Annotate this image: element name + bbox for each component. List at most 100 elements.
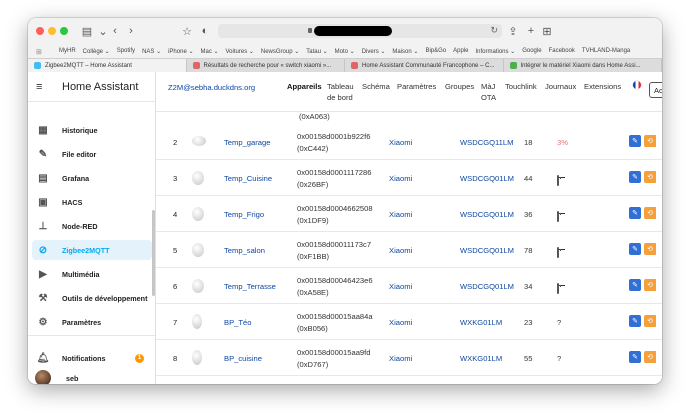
bookmark[interactable]: iPhone ⌄ [168,48,193,55]
vendor-link[interactable]: Xiaomi [389,318,412,327]
row-number: 4 [173,210,178,219]
device-name-link[interactable]: Temp_garage [224,138,270,147]
zoom-window-button[interactable] [60,27,68,35]
reconfigure-button[interactable]: ⟲ [644,243,656,255]
forward-icon[interactable]: › [124,24,138,38]
sidebar-item-user[interactable]: seb [32,370,152,384]
address-bar[interactable]: ↻ [218,24,502,38]
vendor-link[interactable]: Xiaomi [389,354,412,363]
tab-community[interactable]: Home Assistant Communauté Francophone – … [345,59,504,72]
bookmark[interactable]: Apple [453,48,468,54]
device-name-link[interactable]: Temp_salon [224,246,265,255]
bookmark[interactable]: Bip&Go [425,48,446,54]
bookmark[interactable]: Informations ⌄ [475,48,515,55]
device-name-link[interactable]: Temp_Frigo [224,210,264,219]
bookmark[interactable]: Google [522,48,541,54]
device-name-link[interactable]: BP_Téo [224,318,251,327]
bookmark[interactable]: MyHR [59,48,76,54]
device-name-link[interactable]: Temp_Terrasse [224,282,276,291]
tab-groupes[interactable]: Groupes [445,81,474,92]
sidebar-item-node-red[interactable]: ⊥ Node-RED [32,216,152,236]
tab-tableau-de-bord[interactable]: Tableau de bord [327,81,361,103]
star-icon[interactable]: ☆ [180,24,194,38]
bookmark[interactable]: Divers ⌄ [362,48,386,55]
vendor-link[interactable]: Xiaomi [389,210,412,219]
tab-maj-ota[interactable]: MàJ OTA [481,81,501,103]
reconfigure-button[interactable]: ⟲ [644,351,656,363]
model-link[interactable]: WSDCGQ01LM [460,174,514,183]
model-link[interactable]: WSDCGQ01LM [460,210,514,219]
tab-zigbee2mqtt[interactable]: Zigbee2MQTT – Home Assistant [28,59,187,72]
sidebar-item-parametres[interactable]: ⚙ Paramètres [32,312,152,332]
app-title: Home Assistant [62,80,139,93]
tab-touchlink[interactable]: Touchlink [505,81,537,92]
sidebar-item-multimedia[interactable]: ▶ Multimédia [32,264,152,284]
tab-schema[interactable]: Schéma [362,81,390,92]
edit-device-button[interactable]: ✎ [629,171,641,183]
bookmark[interactable]: Facebook [549,48,575,54]
bookmark[interactable]: Voitures ⌄ [226,48,254,55]
tab-journaux[interactable]: Journaux [545,81,576,92]
edit-device-button[interactable]: ✎ [629,207,641,219]
edit-device-button[interactable]: ✎ [629,351,641,363]
tab-overview-icon[interactable]: ⊞ [540,24,554,38]
edit-device-button[interactable]: ✎ [629,135,641,147]
reconfigure-button[interactable]: ⟲ [644,135,656,147]
edit-device-button[interactable]: ✎ [629,243,641,255]
device-name-link[interactable]: BP_cuisine [224,354,262,363]
model-link[interactable]: WSDCGQ01LM [460,246,514,255]
bookmark[interactable]: NewsGroup ⌄ [261,48,299,55]
reconfigure-button[interactable]: ⟲ [644,207,656,219]
bookmark[interactable]: Tatau ⌄ [306,48,327,55]
reconfigure-button[interactable]: ⟲ [644,279,656,291]
bookmark[interactable]: Collège ⌄ [83,48,110,55]
grid-icon[interactable]: ⊞ [36,48,43,56]
host-link[interactable]: Z2M@sebha.duckdns.org [168,83,255,92]
bookmark[interactable]: NAS ⌄ [142,48,161,55]
tab-search-results[interactable]: Résultats de recherche pour « switch xia… [187,59,345,72]
reconfigure-button[interactable]: ⟲ [644,171,656,183]
share-icon[interactable]: ⇪ [506,24,520,38]
table-row: 8 BP_cuisine 0x00158d00015aa9fd (0xD767) … [156,340,662,376]
model-link[interactable]: WSDCGQ11LM [460,138,513,147]
sidebar-item-file-editor[interactable]: ✎ File editor [32,144,152,164]
bookmark[interactable]: Mac ⌄ [200,48,218,55]
edit-device-button[interactable]: ✎ [629,279,641,291]
new-tab-icon[interactable]: + [524,24,538,38]
sidebar-item-hacs[interactable]: ▣ HACS [32,192,152,212]
vendor-link[interactable]: Xiaomi [389,246,412,255]
sidebar-item-dev-tools[interactable]: ⚒ Outils de développement [32,288,152,308]
sidebar-toggle-icon[interactable]: ▤ [80,24,94,38]
bookmark[interactable]: TVHLAND-Manga [582,48,630,54]
sidebar-item-historique[interactable]: ▦ Historique [32,120,152,140]
tab-xiaomi[interactable]: Intégrer le matériel Xiaomi dans Home As… [504,59,662,72]
reconfigure-button[interactable]: ⟲ [644,315,656,327]
back-icon[interactable]: ‹ [108,24,122,38]
vendor-link[interactable]: Xiaomi [389,174,412,183]
menu-collapse-icon[interactable]: ≡ [36,81,52,93]
history-icon: ▦ [38,124,48,136]
bookmark[interactable]: Spotify [117,48,135,54]
tab-appareils[interactable]: Appareils [287,81,322,92]
device-name-link[interactable]: Temp_Cuisine [224,174,272,183]
vendor-link[interactable]: Xiaomi [389,282,412,291]
bookmark[interactable]: Maison ⌄ [392,48,418,55]
close-window-button[interactable] [36,27,44,35]
tab-extensions[interactable]: Extensions [584,81,621,92]
edit-device-button[interactable]: ✎ [629,315,641,327]
model-link[interactable]: WXKG01LM [460,354,502,363]
tab-parametres[interactable]: Paramètres [397,81,436,92]
enable-button[interactable]: Activer l'ap [649,82,662,98]
minimize-window-button[interactable] [48,27,56,35]
model-link[interactable]: WSDCGQ01LM [460,282,514,291]
privacy-shield-icon[interactable]: ◐ [198,24,212,38]
sidebar-item-grafana[interactable]: ▤ Grafana [32,168,152,188]
model-link[interactable]: WXKG01LM [460,318,502,327]
sidebar-item-zigbee2mqtt[interactable]: ⊘ Zigbee2MQTT [32,240,152,260]
sidebar-item-notifications[interactable]: 🔔︎ Notifications 1 [32,348,152,368]
bookmark[interactable]: Moto ⌄ [335,48,355,55]
reload-icon[interactable]: ↻ [490,25,498,36]
sidebar-scrollbar[interactable] [152,210,155,296]
vendor-link[interactable]: Xiaomi [389,138,412,147]
language-flag-icon[interactable] [633,81,641,89]
